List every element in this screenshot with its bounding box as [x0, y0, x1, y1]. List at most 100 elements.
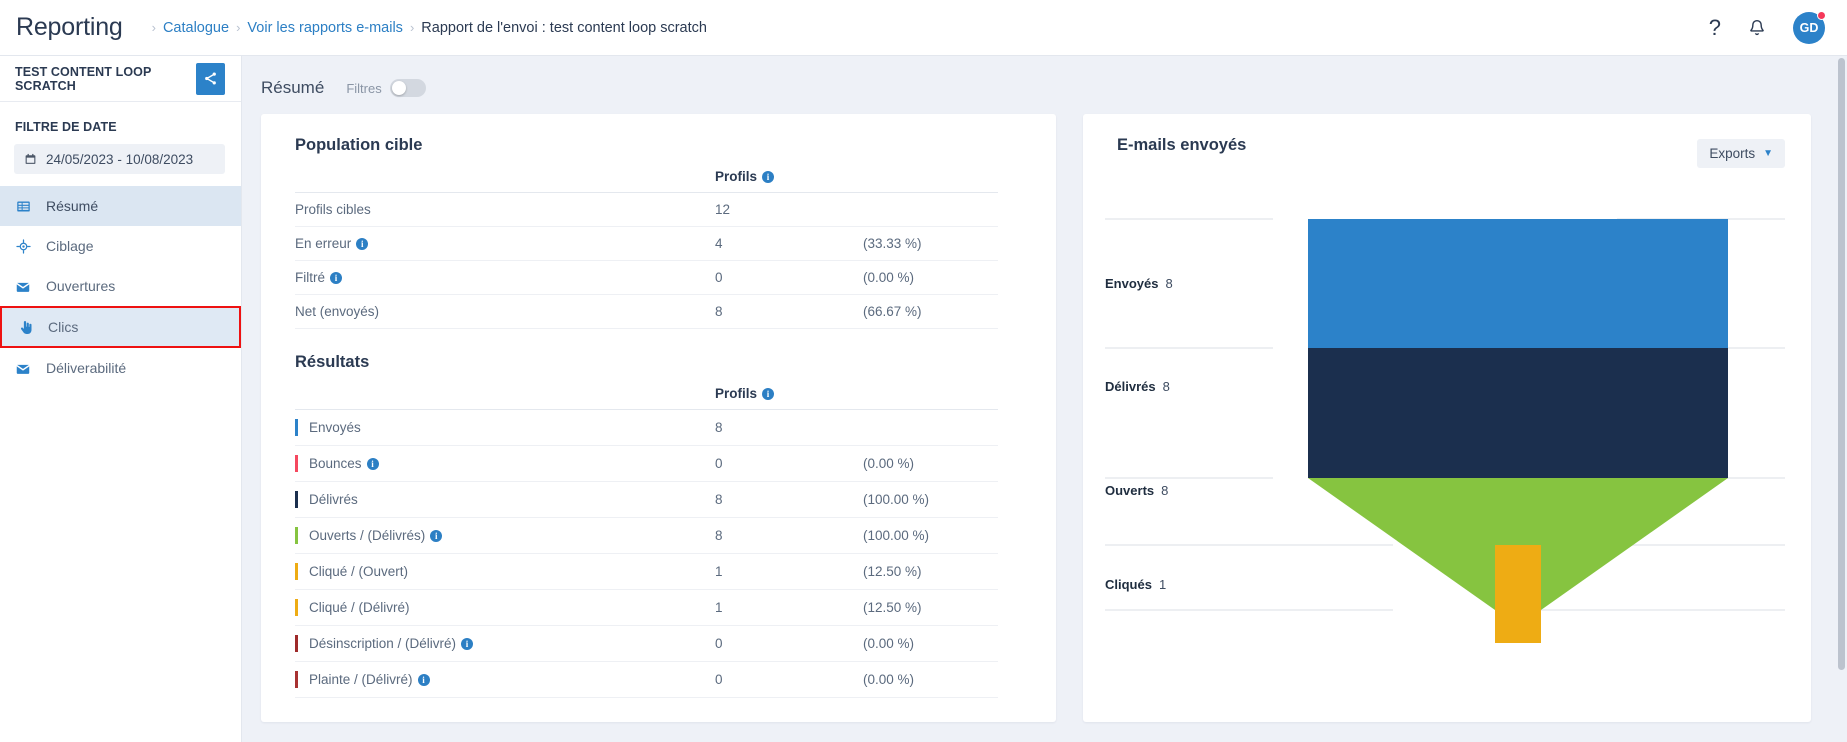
funnel-label-text: Ouverts: [1105, 483, 1155, 498]
chevron-down-icon: ▼: [1763, 148, 1773, 159]
row-color-bar: [295, 455, 298, 472]
info-icon[interactable]: i: [461, 638, 474, 650]
row-profils: 0: [715, 625, 863, 662]
row-profils: 1: [715, 589, 863, 626]
row-label: Délivrés: [309, 492, 358, 507]
resultats-title: Résultats: [295, 353, 370, 371]
breadcrumb-item-catalogue[interactable]: Catalogue: [163, 20, 229, 36]
notification-bell-icon[interactable]: [1747, 17, 1767, 39]
row-label: Profils cibles: [295, 192, 715, 227]
share-icon: [205, 72, 216, 85]
row-percent: (66.67 %): [863, 294, 998, 329]
column-header-label: Profils: [715, 386, 758, 401]
info-icon[interactable]: i: [417, 674, 430, 686]
sidebar-item-ciblage[interactable]: Ciblage: [0, 226, 241, 266]
row-profils: 0: [715, 260, 863, 295]
row-color-bar: [295, 491, 298, 508]
table-row: Délivrés 8 (100.00 %): [295, 481, 998, 518]
row-percent: [863, 409, 998, 446]
table-row: Cliqué / (Ouvert) 1 (12.50 %): [295, 553, 998, 590]
funnel-chart: Envoyés 8 Délivrés 8 Ouverts 8 Cliqués 1: [1083, 173, 1811, 643]
vertical-scrollbar[interactable]: [1836, 56, 1847, 742]
column-header-profils: Profils i: [715, 169, 863, 193]
info-icon[interactable]: i: [430, 530, 443, 542]
funnel-label-text: Délivrés: [1105, 379, 1156, 394]
row-percent: (12.50 %): [863, 553, 998, 590]
funnel-label-delivres: Délivrés 8: [1105, 379, 1170, 394]
row-profils: 0: [715, 661, 863, 698]
info-icon[interactable]: i: [356, 238, 369, 250]
funnel-label-text: Envoyés: [1105, 276, 1159, 291]
sidebar-item-resume[interactable]: Résumé: [0, 186, 241, 226]
sidebar-item-label: Déliverabilité: [46, 360, 127, 376]
table-header-row: Profils i: [295, 169, 998, 193]
funnel-segment-cliques: [1495, 545, 1541, 643]
sidebar-item-clics[interactable]: Clics: [0, 306, 241, 348]
funnel-label-value: 8: [1165, 276, 1173, 291]
row-color-bar: [295, 671, 298, 688]
page-title: Résumé: [261, 78, 325, 97]
sidebar-item-label: Résumé: [46, 198, 99, 214]
funnel-chart-panel: E-mails envoyés Exports ▼ Envoyés 8 Déli…: [1083, 114, 1811, 722]
row-label: Ouverts / (Délivrés): [309, 528, 426, 543]
info-icon[interactable]: i: [762, 171, 775, 183]
row-percent: (0.00 %): [863, 260, 998, 295]
row-percent: (100.00 %): [863, 481, 998, 518]
row-profils: 0: [715, 445, 863, 482]
population-cible-table: Profils i Profils cibles 12 En erreur i 4: [295, 169, 998, 329]
filtres-label: Filtres: [346, 80, 382, 96]
table-grid-icon: [15, 198, 31, 214]
date-filter-heading: FILTRE DE DATE: [15, 120, 117, 134]
funnel-svg: [1105, 218, 1785, 643]
table-row: Envoyés 8: [295, 409, 998, 446]
funnel-label-envoyes: Envoyés 8: [1105, 276, 1173, 291]
funnel-segment-delivres: [1308, 348, 1728, 478]
row-percent: (33.33 %): [863, 226, 998, 261]
share-button[interactable]: [196, 62, 225, 95]
table-row: En erreur i 4 (33.33 %): [295, 226, 998, 261]
table-row: Filtré i 0 (0.00 %): [295, 260, 998, 295]
panels-container: Population cible Profils i Profils cibles…: [242, 98, 1847, 722]
info-icon[interactable]: i: [330, 272, 342, 284]
breadcrumb-separator-icon: ›: [409, 20, 415, 35]
question-mark-icon[interactable]: ?: [1709, 16, 1721, 39]
top-header-actions: ? GD: [1709, 10, 1826, 44]
sidebar-item-label: Clics: [48, 319, 79, 335]
scrollbar-thumb[interactable]: [1838, 58, 1845, 670]
row-profils: 8: [715, 409, 863, 446]
summary-tables-panel: Population cible Profils i Profils cibles…: [261, 114, 1056, 722]
notification-dot: [1817, 10, 1826, 20]
info-icon[interactable]: i: [366, 458, 379, 470]
row-color-bar: [295, 563, 298, 580]
funnel-segment-envoyes: [1308, 219, 1728, 348]
funnel-label-value: 1: [1158, 577, 1167, 592]
breadcrumb: › Catalogue › Voir les rapports e-mails …: [145, 20, 707, 36]
row-label: Désinscription / (Délivré): [309, 636, 457, 651]
exports-label: Exports: [1709, 146, 1756, 161]
row-label: Net (envoyés): [295, 294, 715, 329]
row-percent: (0.00 %): [863, 661, 998, 698]
resultats-rows: Envoyés 8 Bounces i 0 (0.00 %) Délivrés 8…: [295, 409, 998, 698]
funnel-label-value: 8: [1161, 483, 1169, 498]
funnel-label-ouverts: Ouverts 8: [1105, 483, 1168, 498]
table-row: Cliqué / (Délivré) 1 (12.50 %): [295, 589, 998, 626]
row-color-bar: [295, 527, 298, 544]
exports-button[interactable]: Exports ▼: [1697, 139, 1785, 168]
toggle-knob: [391, 81, 406, 95]
population-rows: Profils cibles 12 En erreur i 4 (33.33 %)…: [295, 192, 998, 329]
breadcrumb-item-rapports-emails[interactable]: Voir les rapports e-mails: [247, 20, 403, 36]
date-range-picker[interactable]: 24/05/2023 - 10/08/2023: [14, 144, 225, 174]
row-percent: (0.00 %): [863, 625, 998, 662]
avatar[interactable]: GD: [1793, 10, 1826, 44]
row-color-bar: [295, 599, 298, 616]
info-icon[interactable]: i: [762, 388, 775, 400]
filtres-toggle[interactable]: [389, 79, 426, 97]
resultats-table: Profils i Envoyés 8 Bounces i 0 (0.00 %): [295, 386, 998, 698]
row-profils: 4: [715, 226, 863, 261]
row-label: En erreur: [295, 236, 352, 251]
funnel-label-text: Cliqués: [1105, 577, 1152, 592]
row-color-bar: [295, 419, 298, 436]
sidebar-item-ouvertures[interactable]: Ouvertures: [0, 266, 241, 306]
sidebar-item-deliverabilite[interactable]: Déliverabilité: [0, 348, 241, 388]
breadcrumb-separator-icon: ›: [151, 20, 156, 35]
